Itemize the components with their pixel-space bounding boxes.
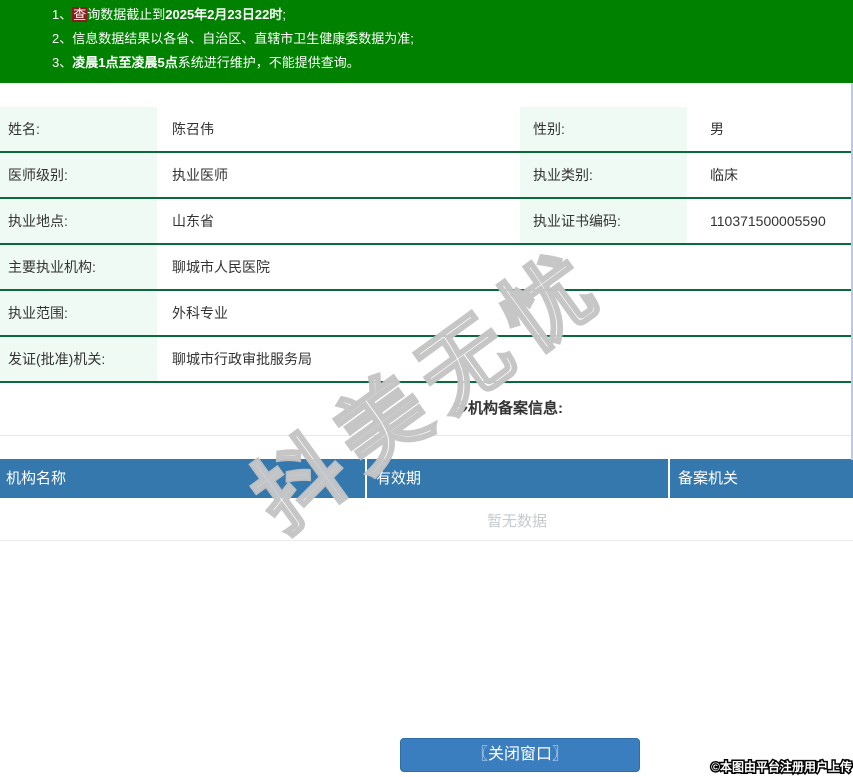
- certificate-no-value: 110371500005590: [710, 213, 826, 229]
- doctor-level-label: 医师级别:: [0, 153, 157, 197]
- table-row-issuing-authority: 发证(批准)机关: 聊城市行政审批服务局: [0, 337, 853, 383]
- practice-location-label: 执业地点:: [0, 199, 157, 243]
- records-bottom-divider: [0, 540, 853, 541]
- issuing-authority-label: 发证(批准)机关:: [0, 337, 157, 381]
- table-row-name-gender: 姓名: 陈召伟 性别: 男: [0, 107, 853, 153]
- notice-line-2: 2、信息数据结果以各省、自治区、直辖市卫生健康委数据为准;: [52, 27, 853, 51]
- notice-line-1-bold: 2025年2月23日22时: [165, 7, 283, 22]
- doctor-level-value: 执业医师: [172, 167, 228, 183]
- notice-line-2-text: 信息数据结果以各省、自治区、直辖市卫生健康委数据为准;: [72, 31, 414, 46]
- name-label: 姓名:: [0, 107, 157, 151]
- notice-line-3-bold: 凌晨1点至凌晨5点: [72, 55, 178, 70]
- multi-institution-section-title: 多机构备案信息:: [453, 400, 563, 417]
- table-row-main-institution: 主要执业机构: 聊城市人民医院: [0, 245, 853, 291]
- table-row-level-category: 医师级别: 执业医师 执业类别: 临床: [0, 153, 853, 199]
- empty-data-text: 暂无数据: [487, 513, 548, 530]
- practice-type-value: 临床: [710, 167, 738, 183]
- section-divider: [0, 435, 853, 436]
- table-row-location-certificate: 执业地点: 山东省 执业证书编码: 110371500005590: [0, 199, 853, 245]
- table-row-practice-scope: 执业范围: 外科专业: [0, 291, 853, 337]
- notice-line-3-number: 3、: [52, 55, 73, 70]
- main-institution-value: 聊城市人民医院: [172, 259, 270, 275]
- notice-line-3-tail: 系统进行维护，不能提供查询。: [177, 55, 360, 70]
- notice-line-1-number: 1、: [52, 7, 73, 22]
- gender-label: 性别:: [520, 107, 687, 151]
- notice-line-1-tail: ;: [282, 7, 286, 22]
- practice-scope-value: 外科专业: [172, 305, 228, 321]
- notice-line-2-number: 2、: [52, 31, 73, 46]
- highlight-mark: 查: [72, 7, 88, 22]
- issuing-authority-value: 聊城市行政审批服务局: [172, 351, 312, 367]
- certificate-no-label: 执业证书编码:: [520, 199, 687, 243]
- notice-line-3: 3、凌晨1点至凌晨5点系统进行维护，不能提供查询。: [52, 51, 853, 75]
- column-header-validity-period: 有效期: [367, 459, 670, 498]
- main-institution-label: 主要执业机构:: [0, 245, 157, 289]
- practice-type-label: 执业类别:: [520, 153, 687, 197]
- records-table-header: 机构名称 有效期 备案机关: [0, 459, 853, 498]
- doctor-info-table: 姓名: 陈召伟 性别: 男 医师级别: 执业医师 执业类别: 临床 执业地点: …: [0, 107, 853, 383]
- footer-upload-watermark: ©本图由平台注册用户上传: [710, 759, 853, 776]
- gender-value: 男: [710, 121, 724, 137]
- practice-scope-label: 执业范围:: [0, 291, 157, 335]
- notice-line-1: 1、查询数据截止到2025年2月23日22时;: [52, 3, 853, 27]
- column-header-institution-name: 机构名称: [0, 459, 367, 498]
- practice-location-value: 山东省: [172, 213, 214, 229]
- close-window-button[interactable]: 〖关闭窗口〗: [400, 738, 640, 772]
- column-header-record-authority: 备案机关: [678, 470, 739, 487]
- notice-line-1-text: 询数据截止到: [87, 7, 166, 22]
- name-value: 陈召伟: [172, 121, 214, 137]
- notice-banner: 1、查询数据截止到2025年2月23日22时; 2、信息数据结果以各省、自治区、…: [0, 0, 853, 83]
